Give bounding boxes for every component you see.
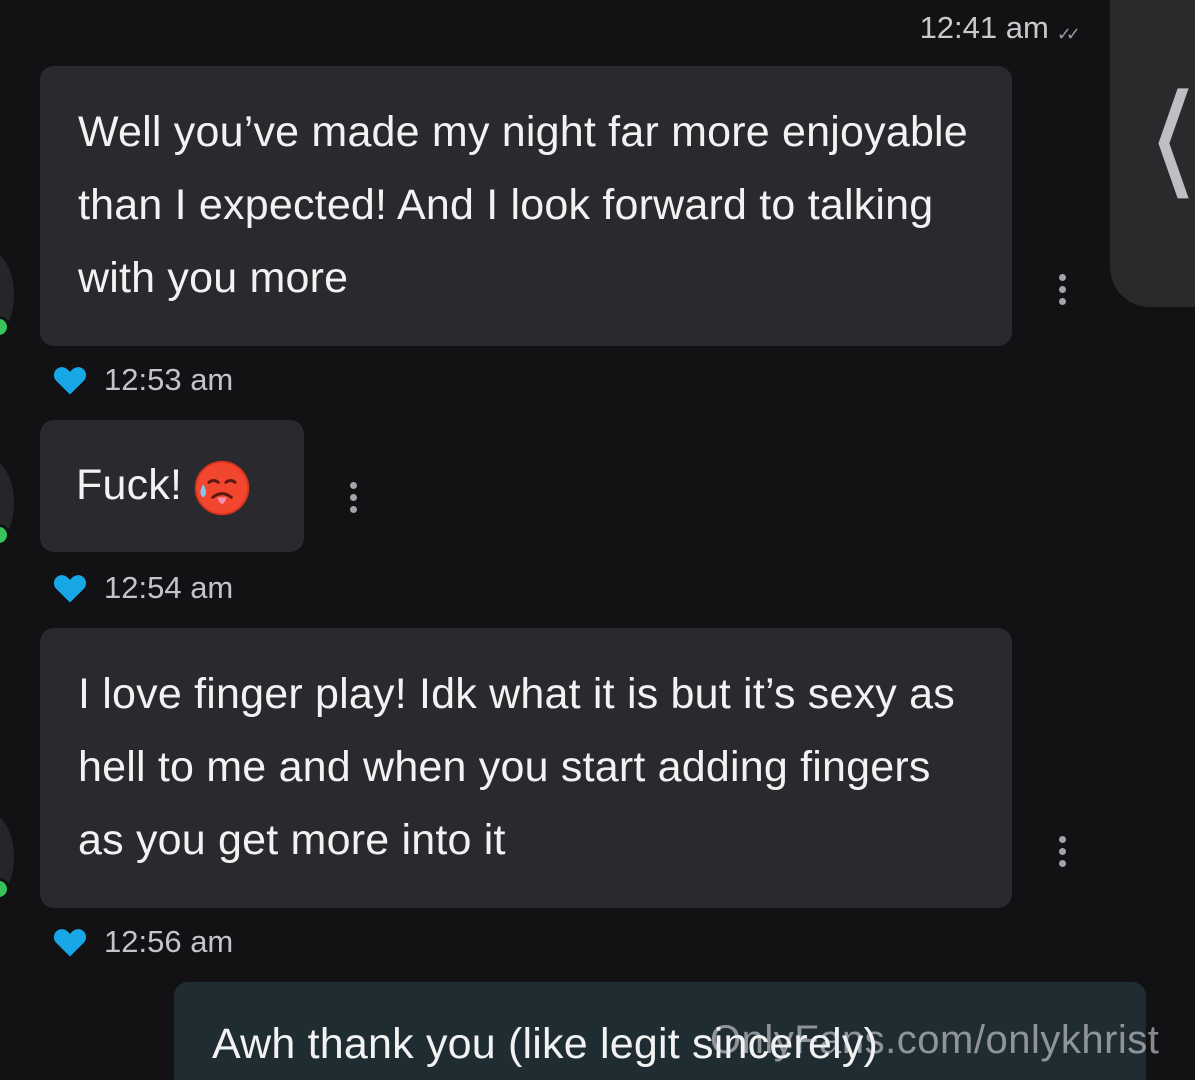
message-time: 12:54 am — [104, 570, 234, 605]
message-meta: 12:56 am — [52, 924, 233, 960]
message-text: I love finger play! Idk what it is but i… — [78, 670, 955, 864]
message-time: 12:53 am — [104, 362, 234, 397]
hot-face-drooling-emoji — [194, 460, 250, 515]
message-text: Fuck! — [76, 461, 183, 509]
sent-time: 12:41 am — [919, 10, 1049, 45]
more-options-icon[interactable] — [1056, 836, 1068, 867]
heart-icon[interactable] — [52, 926, 88, 958]
double-check-icon: ✓✓ — [1056, 23, 1081, 44]
watermark: OnlyFans.com/onlykhrist — [710, 1018, 1160, 1062]
message-meta: 12:54 am — [52, 570, 233, 606]
message-time: 12:56 am — [104, 924, 234, 959]
chevron-left-icon[interactable]: ❬ — [1142, 80, 1195, 190]
message-text: Well you’ve made my night far more enjoy… — [78, 108, 968, 302]
message-bubble[interactable]: Well you’ve made my night far more enjoy… — [40, 66, 1012, 346]
heart-icon[interactable] — [52, 364, 88, 396]
chat-screen: 12:41 am ✓✓ ❬ Well you’ve made my night … — [0, 0, 1195, 1080]
message-bubble[interactable]: I love finger play! Idk what it is but i… — [40, 628, 1012, 908]
more-options-icon[interactable] — [1056, 274, 1068, 305]
message-meta: 12:53 am — [52, 362, 233, 398]
heart-icon[interactable] — [52, 572, 88, 604]
sent-time-row: 12:41 am ✓✓ — [919, 10, 1081, 46]
more-options-icon[interactable] — [347, 482, 359, 513]
message-bubble[interactable]: Fuck! — [40, 420, 304, 552]
